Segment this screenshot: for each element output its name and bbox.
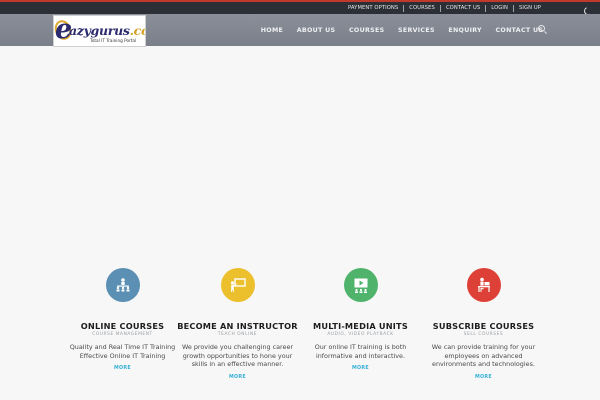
feature-more-link[interactable]: MORE	[421, 375, 546, 380]
feature-title: ONLINE COURSES	[80, 321, 165, 331]
feature-icon-circle	[343, 268, 378, 302]
classroom-icon	[116, 278, 129, 292]
feature-subtitle: SELL COURSES	[463, 332, 504, 337]
feature-more-link[interactable]: MORE	[298, 366, 423, 371]
nav-enquiry[interactable]: ENQUIRY	[442, 27, 489, 34]
feature-title: MULTI-MEDIA UNITS	[313, 321, 408, 331]
feature-subtitle: AUDIO, VIDEO PLAYBACK	[327, 332, 394, 337]
feature-more-link[interactable]: MORE	[175, 375, 300, 380]
nav-home[interactable]: HOME	[254, 27, 290, 34]
feature-description: Our online IT training is both informati…	[298, 343, 423, 360]
feature-description: We provide you challenging career growth…	[175, 343, 300, 369]
site-logo[interactable]: e azygurus.com Total IT Training Portal	[53, 15, 146, 47]
feature-icon-circle	[466, 268, 501, 302]
feature-more-link[interactable]: MORE	[60, 366, 185, 371]
feature-description-line: Effective Online IT Training	[79, 351, 166, 360]
instructor-board-icon	[230, 278, 246, 292]
courses-link[interactable]: COURSES	[404, 3, 440, 13]
feature-description-line: We provide you challenging career	[181, 343, 294, 351]
logo-tagline: Total IT Training Portal	[90, 38, 137, 43]
feature-icon-circle	[105, 268, 140, 302]
login-link[interactable]: LOGIN	[486, 3, 513, 13]
feature-multimedia-units: MULTI-MEDIA UNITS AUDIO, VIDEO PLAYBACK …	[298, 268, 423, 371]
feature-description-line: environments and technologies.	[432, 360, 535, 369]
logo-wordmark: azygurus.com	[69, 23, 145, 38]
subscriber-desk-icon	[477, 277, 490, 292]
feature-title: BECOME AN INSTRUCTOR	[177, 321, 298, 331]
feature-subtitle: TEACH ONLINE	[217, 332, 258, 337]
feature-description-line: informative and interactive.	[315, 351, 406, 360]
contact-us-link[interactable]: CONTACT US	[441, 3, 485, 13]
feature-description-line: Quality and Real Time IT Training	[69, 343, 176, 351]
nav-services[interactable]: SERVICES	[391, 27, 441, 34]
feature-online-courses: ONLINE COURSES COURSE MANAGEMENT Quality…	[60, 268, 185, 371]
feature-become-instructor: BECOME AN INSTRUCTOR TEACH ONLINE We pro…	[175, 268, 300, 380]
feature-description-line: growth opportunities to hone your	[182, 351, 293, 360]
payment-options-link[interactable]: PAYMENT OPTIONS	[343, 3, 403, 13]
feature-subscribe-courses: SUBSCRIBE COURSES SELL COURSES We can pr…	[421, 268, 546, 380]
utility-bar: PAYMENT OPTIONS COURSES CONTACT US LOGIN…	[0, 2, 600, 14]
nav-about-us[interactable]: ABOUT US	[290, 27, 342, 34]
multimedia-screen-icon	[354, 278, 367, 293]
search-icon[interactable]	[538, 25, 545, 32]
feature-description-line: We can provide training for your	[431, 343, 536, 351]
utility-links: PAYMENT OPTIONS COURSES CONTACT US LOGIN…	[343, 3, 546, 13]
feature-subtitle: COURSE MANAGEMENT	[92, 332, 153, 337]
feature-icon-circle	[220, 268, 255, 302]
primary-nav: HOME ABOUT US COURSES SERVICES ENQUIRY C…	[254, 14, 550, 46]
feature-description-line: employees on advanced	[444, 351, 523, 360]
nav-courses[interactable]: COURSES	[342, 27, 391, 34]
logo-tld: .com	[129, 23, 145, 38]
feature-title: SUBSCRIBE COURSES	[432, 321, 535, 331]
logo-brand: azygurus	[69, 23, 130, 38]
feature-description-line: skills in an effective manner.	[191, 360, 284, 369]
feature-description: Quality and Real Time IT Training Effect…	[60, 343, 185, 360]
feature-description: We can provide training for your employe…	[421, 343, 546, 369]
sign-up-link[interactable]: SIGN UP	[514, 3, 546, 13]
feature-description-line: Our online IT training is both	[314, 343, 407, 351]
